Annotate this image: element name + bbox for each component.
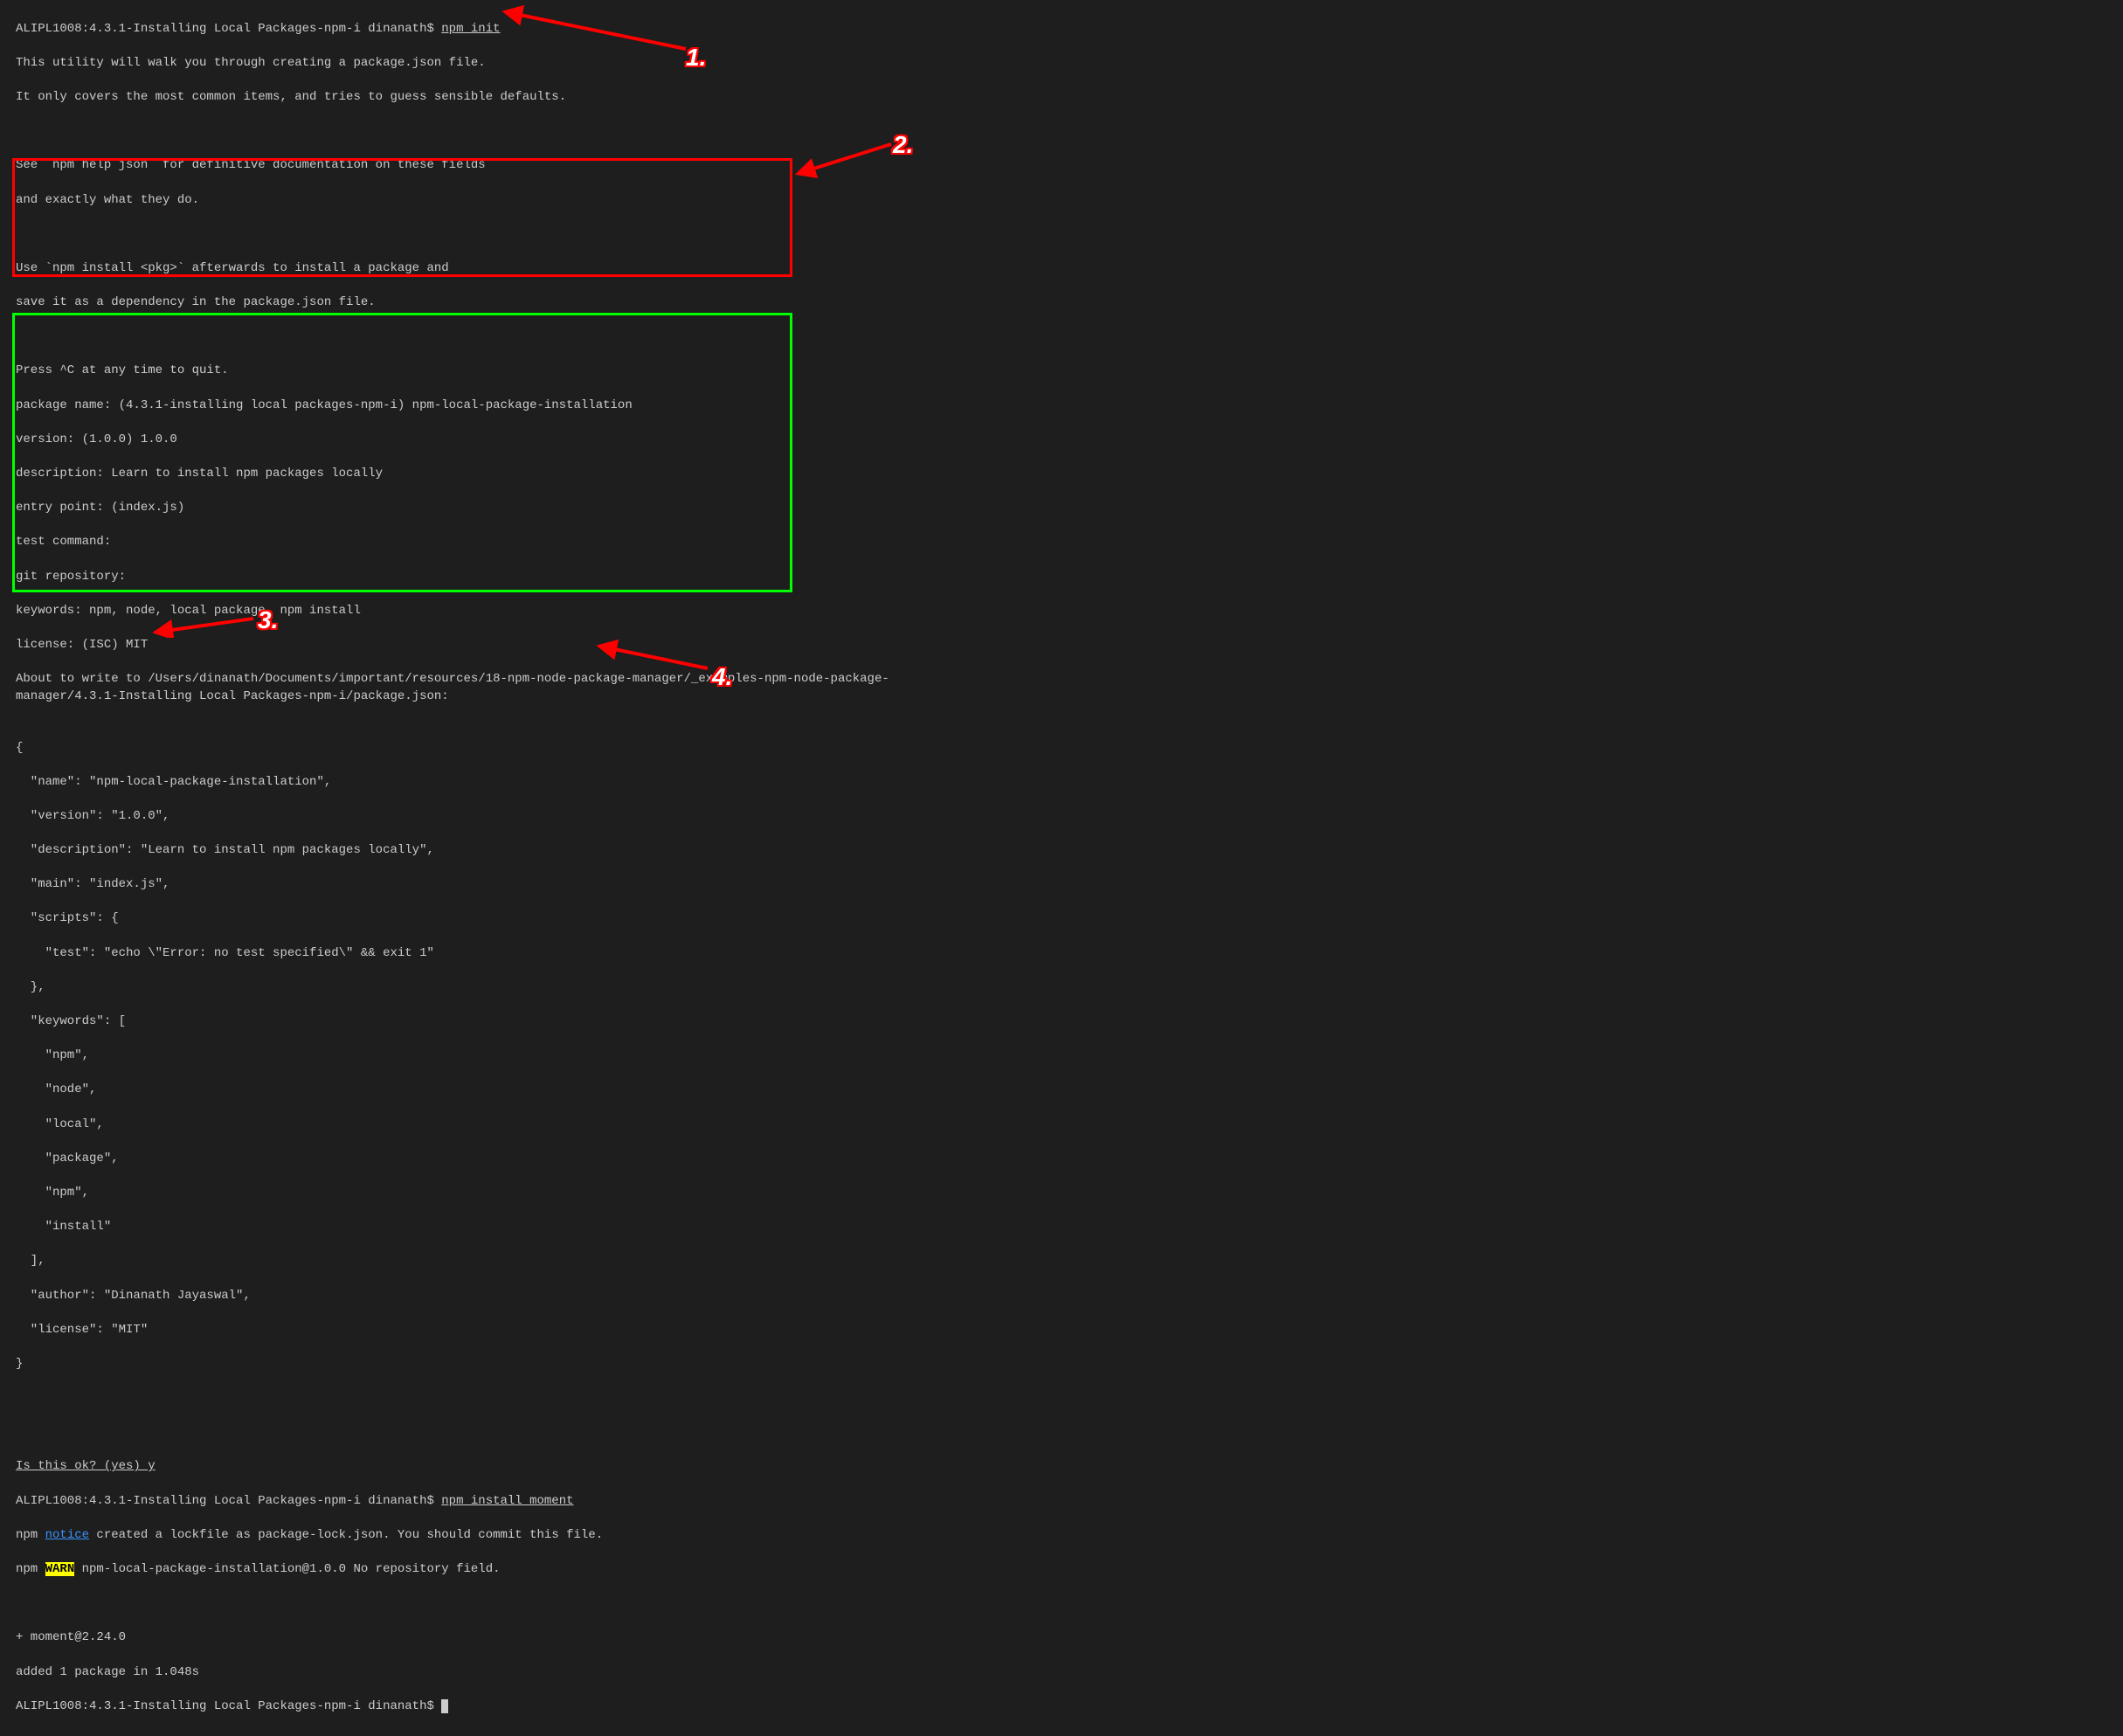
prompt-license: license: (ISC) MIT — [16, 637, 2107, 654]
about-to-write: About to write to /Users/dinanath/Docume… — [16, 671, 972, 705]
json-line: ], — [16, 1253, 2107, 1270]
prompt-package-name: package name: (4.3.1-installing local pa… — [16, 398, 2107, 415]
npm-prefix: npm — [16, 1562, 45, 1576]
output-line: This utility will walk you through creat… — [16, 55, 2107, 73]
json-line: "keywords": [ — [16, 1013, 2107, 1031]
output-line — [16, 226, 2107, 244]
output-line: and exactly what they do. — [16, 192, 2107, 210]
prompt-git-repository: git repository: — [16, 569, 2107, 586]
json-line: } — [16, 1356, 2107, 1373]
output-line: + moment@2.24.0 — [16, 1629, 2107, 1647]
json-line: "author": "Dinanath Jayaswal", — [16, 1288, 2107, 1305]
output-line: Use `npm install <pkg>` afterwards to in… — [16, 260, 2107, 278]
prompt-version: version: (1.0.0) 1.0.0 — [16, 432, 2107, 449]
output-line: added 1 package in 1.048s — [16, 1664, 2107, 1682]
command-npm-install: npm install moment — [441, 1494, 573, 1508]
blank-line — [16, 1390, 2107, 1407]
prompt-test-command: test command: — [16, 534, 2107, 551]
prompt-entry-point: entry point: (index.js) — [16, 500, 2107, 517]
notice-text: created a lockfile as package-lock.json.… — [89, 1528, 603, 1542]
json-line: "npm", — [16, 1048, 2107, 1065]
output-line: See `npm help json` for definitive docum… — [16, 157, 2107, 175]
json-line: "node", — [16, 1082, 2107, 1099]
output-line — [16, 123, 2107, 141]
blank-line — [16, 1424, 2107, 1442]
json-line: "package", — [16, 1151, 2107, 1168]
json-line: "test": "echo \"Error: no test specified… — [16, 945, 2107, 963]
output-line — [16, 1595, 2107, 1613]
prompt-is-ok: Is this ok? (yes) y — [16, 1459, 156, 1473]
warn-label: WARN — [45, 1562, 75, 1576]
json-line: "version": "1.0.0", — [16, 808, 2107, 826]
json-line: "main": "index.js", — [16, 876, 2107, 894]
output-line: It only covers the most common items, an… — [16, 89, 2107, 107]
prompt-description: description: Learn to install npm packag… — [16, 466, 2107, 483]
json-line: "name": "npm-local-package-installation"… — [16, 774, 2107, 792]
shell-prompt: ALIPL1008:4.3.1-Installing Local Package… — [16, 1494, 441, 1508]
warn-text: npm-local-package-installation@1.0.0 No … — [74, 1562, 500, 1576]
cursor — [441, 1699, 448, 1713]
json-line: }, — [16, 979, 2107, 997]
output-line: Press ^C at any time to quit. — [16, 363, 2107, 380]
json-line — [16, 705, 2107, 723]
notice-label: notice — [45, 1528, 89, 1542]
prompt-keywords: keywords: npm, node, local package, npm … — [16, 603, 2107, 620]
json-line: "description": "Learn to install npm pac… — [16, 842, 2107, 860]
json-line: "scripts": { — [16, 910, 2107, 928]
json-line: "install" — [16, 1219, 2107, 1236]
npm-prefix: npm — [16, 1528, 45, 1542]
json-line: "license": "MIT" — [16, 1322, 2107, 1339]
command-npm-init: npm init — [441, 22, 500, 36]
terminal-output[interactable]: ALIPL1008:4.3.1-Installing Local Package… — [0, 0, 2123, 1736]
output-line — [16, 329, 2107, 346]
json-line: "npm", — [16, 1185, 2107, 1202]
output-line: save it as a dependency in the package.j… — [16, 294, 2107, 312]
json-line: "local", — [16, 1117, 2107, 1134]
shell-prompt: ALIPL1008:4.3.1-Installing Local Package… — [16, 1699, 441, 1713]
shell-prompt: ALIPL1008:4.3.1-Installing Local Package… — [16, 22, 441, 36]
json-line: { — [16, 740, 2107, 757]
